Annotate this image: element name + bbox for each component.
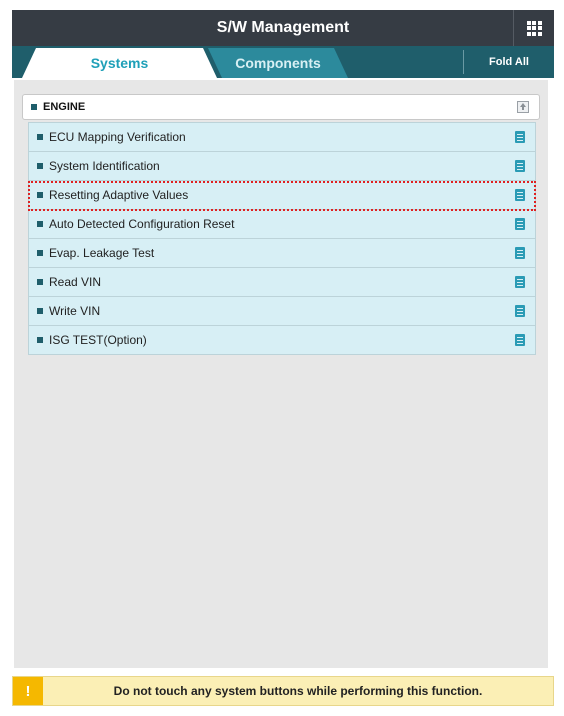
- list-item-ecu-mapping-verification[interactable]: ECU Mapping Verification: [28, 122, 536, 152]
- section-title: ENGINE: [43, 101, 86, 113]
- collapse-up-icon[interactable]: [517, 101, 529, 113]
- list-item-label: Auto Detected Configuration Reset: [49, 217, 235, 231]
- bullet-icon: [37, 308, 43, 314]
- document-icon[interactable]: [515, 160, 525, 172]
- list-item-write-vin[interactable]: Write VIN: [28, 297, 536, 326]
- document-icon[interactable]: [515, 305, 525, 317]
- list-item-label: System Identification: [49, 159, 160, 173]
- function-list: ECU Mapping Verification System Identifi…: [28, 122, 536, 355]
- list-item-label: Evap. Leakage Test: [49, 246, 155, 260]
- section-header-engine[interactable]: ENGINE: [22, 94, 540, 120]
- document-icon[interactable]: [515, 334, 525, 346]
- bullet-icon: [37, 279, 43, 285]
- document-icon[interactable]: [515, 131, 525, 143]
- title-bar: S/W Management: [12, 10, 554, 46]
- list-item-label: Read VIN: [49, 275, 102, 289]
- list-item-read-vin[interactable]: Read VIN: [28, 268, 536, 297]
- bullet-icon: [37, 221, 43, 227]
- bullet-icon: [37, 337, 43, 343]
- list-item-system-identification[interactable]: System Identification: [28, 152, 536, 181]
- list-item-label: Resetting Adaptive Values: [49, 188, 189, 202]
- list-item-label: Write VIN: [49, 304, 101, 318]
- bullet-icon: [37, 163, 43, 169]
- tab-systems[interactable]: Systems: [22, 48, 217, 78]
- document-icon[interactable]: [515, 189, 525, 201]
- list-item-label: ECU Mapping Verification: [49, 130, 186, 144]
- list-item-auto-detected-configuration-reset[interactable]: Auto Detected Configuration Reset: [28, 210, 536, 239]
- document-icon[interactable]: [515, 247, 525, 259]
- system-list-panel: ENGINE ECU Mapping Verification System I…: [14, 80, 548, 668]
- document-icon[interactable]: [515, 218, 525, 230]
- fold-all-button[interactable]: Fold All: [463, 50, 554, 74]
- bullet-icon: [37, 134, 43, 140]
- list-item-evap-leakage-test[interactable]: Evap. Leakage Test: [28, 239, 536, 268]
- app-menu-button[interactable]: [513, 10, 554, 46]
- bullet-icon: [31, 104, 37, 110]
- page-title: S/W Management: [216, 19, 350, 36]
- notice-bar: ! Do not touch any system buttons while …: [12, 676, 554, 706]
- bullet-icon: [37, 250, 43, 256]
- document-icon[interactable]: [515, 276, 525, 288]
- list-item-label: ISG TEST(Option): [49, 333, 147, 347]
- warning-icon: !: [13, 677, 43, 705]
- bullet-icon: [37, 192, 43, 198]
- tab-bar: Components Systems Fold All: [12, 46, 554, 78]
- list-item-isg-test-option[interactable]: ISG TEST(Option): [28, 326, 536, 355]
- tab-components[interactable]: Components: [208, 48, 348, 78]
- list-item-resetting-adaptive-values[interactable]: Resetting Adaptive Values: [28, 181, 536, 210]
- notice-message: Do not touch any system buttons while pe…: [113, 684, 483, 698]
- grid-icon: [526, 20, 542, 36]
